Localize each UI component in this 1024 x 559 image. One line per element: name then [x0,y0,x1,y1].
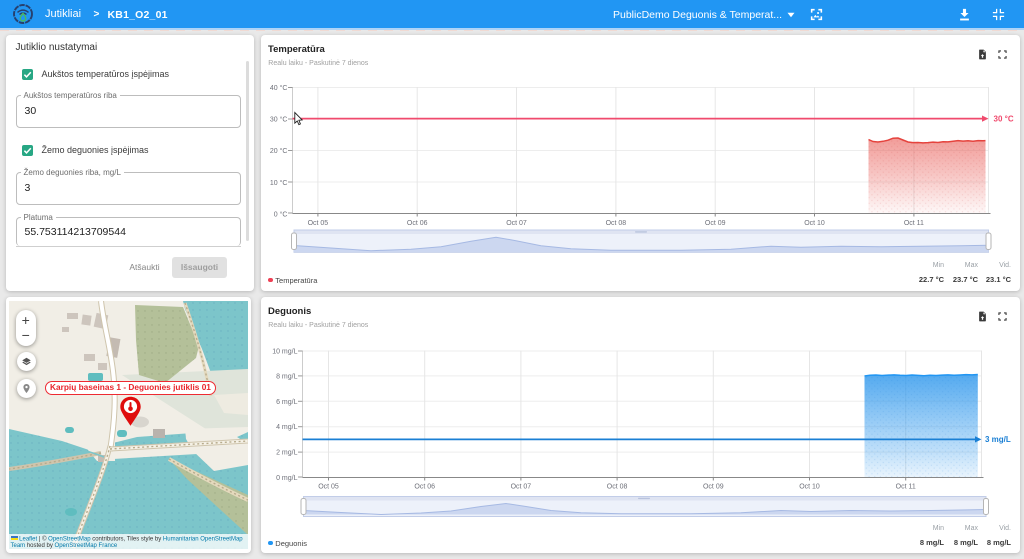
svg-text:30 °C: 30 °C [269,116,287,124]
svg-text:4 mg/L: 4 mg/L [276,424,298,431]
svg-text:0 °C: 0 °C [273,210,287,218]
svg-text:10 mg/L: 10 mg/L [272,348,297,355]
svg-text:2 mg/L: 2 mg/L [276,450,298,457]
svg-text:20 °C: 20 °C [269,147,287,155]
svg-text:0 mg/L: 0 mg/L [276,475,298,482]
svg-text:Oct 10: Oct 10 [799,484,820,491]
svg-text:40 °C: 40 °C [269,84,287,92]
svg-text:Oct 06: Oct 06 [406,220,427,227]
svg-text:Oct 07: Oct 07 [510,484,531,491]
svg-text:Oct 09: Oct 09 [702,484,723,491]
svg-text:Oct 08: Oct 08 [605,220,626,227]
svg-text:Oct 09: Oct 09 [704,220,725,227]
svg-text:30 °C: 30 °C [993,114,1013,123]
svg-text:Oct 05: Oct 05 [318,484,339,491]
svg-text:Oct 10: Oct 10 [804,220,825,227]
svg-text:Oct 11: Oct 11 [895,484,915,491]
svg-text:10 °C: 10 °C [269,179,287,187]
svg-text:6 mg/L: 6 mg/L [276,399,298,406]
svg-text:3 mg/L: 3 mg/L [985,435,1011,444]
svg-text:Oct 08: Oct 08 [606,484,627,491]
svg-text:8 mg/L: 8 mg/L [276,373,298,380]
svg-text:Oct 06: Oct 06 [414,484,435,491]
svg-text:Oct 07: Oct 07 [506,220,527,227]
svg-text:Oct 05: Oct 05 [307,220,328,227]
svg-text:Oct 11: Oct 11 [903,220,923,227]
